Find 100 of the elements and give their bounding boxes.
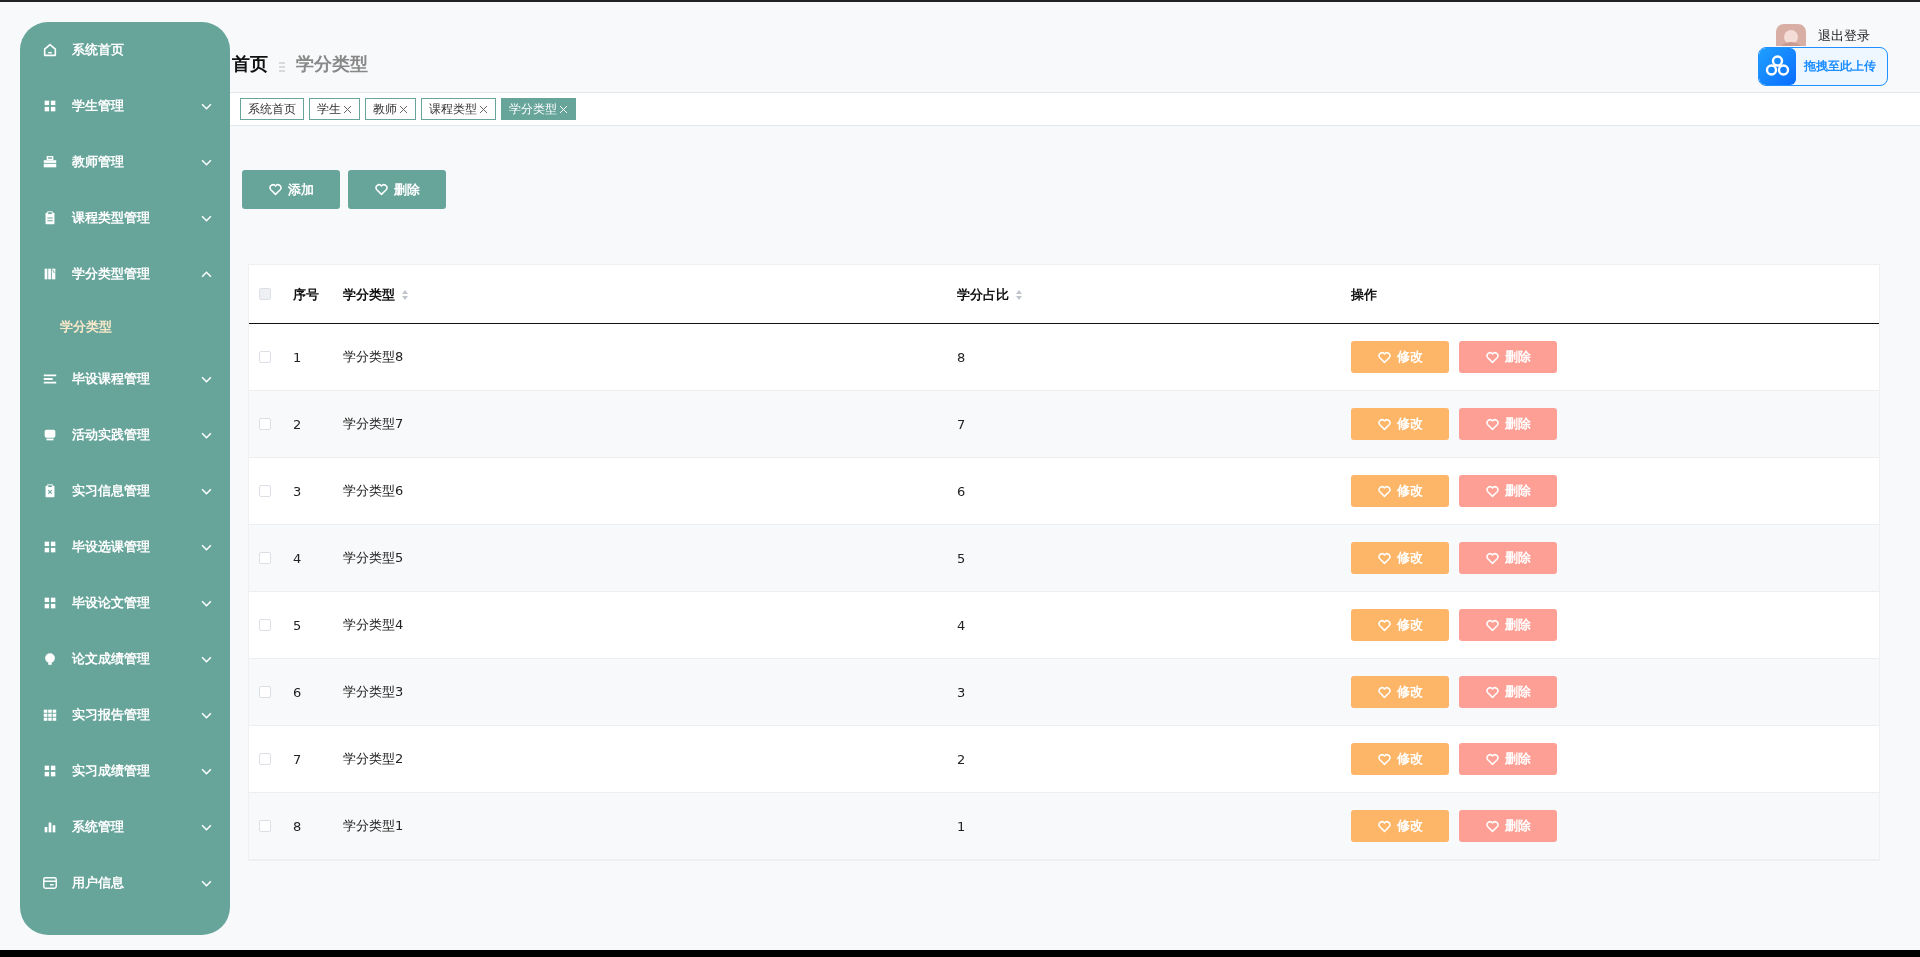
separator-icon	[278, 61, 286, 73]
breadcrumb-item: 学分类型	[296, 52, 368, 76]
upload-widget[interactable]: 拖拽至此上传	[1758, 47, 1888, 86]
sort-icon[interactable]	[401, 289, 409, 301]
heart-icon	[1377, 752, 1391, 766]
checkbox[interactable]	[259, 820, 271, 832]
menu-item[interactable]: 毕设课程管理	[20, 351, 230, 407]
delete-button[interactable]: 删除	[1459, 542, 1557, 574]
close-icon[interactable]	[479, 104, 488, 114]
heart-icon	[1377, 618, 1391, 632]
table-cell-text: 学分类型5	[343, 549, 405, 567]
table-cell-text: 学分类型3	[343, 683, 405, 701]
table-cell-text: 6	[293, 684, 303, 700]
tab[interactable]: 课程类型	[421, 98, 496, 120]
close-icon[interactable]	[343, 104, 352, 114]
menu-item[interactable]: 论文成绩管理	[20, 631, 230, 687]
briefcase-icon	[42, 154, 58, 170]
sort-icon[interactable]	[1015, 289, 1023, 301]
close-icon[interactable]	[399, 104, 408, 114]
toolbar-button[interactable]: 添加	[242, 170, 340, 209]
table-cell-text: 学分类型1	[343, 817, 405, 835]
heart-icon	[1485, 752, 1499, 766]
checkbox[interactable]	[259, 351, 271, 363]
menu-item[interactable]: 毕设论文管理	[20, 575, 230, 631]
grid-icon	[42, 539, 58, 555]
tab[interactable]: 学生	[309, 98, 360, 120]
delete-button[interactable]: 删除	[1459, 743, 1557, 775]
edit-button[interactable]: 修改	[1351, 408, 1449, 440]
heart-icon	[1485, 618, 1499, 632]
logout-link[interactable]: 退出登录	[1818, 28, 1870, 44]
tab[interactable]: 教师	[365, 98, 416, 120]
grid-icon	[42, 595, 58, 611]
table-cell-text: 8	[957, 349, 967, 365]
column-header[interactable]: 学分类型	[343, 286, 409, 304]
monitor-icon	[42, 427, 58, 443]
delete-button[interactable]: 删除	[1459, 609, 1557, 641]
edit-button[interactable]: 修改	[1351, 676, 1449, 708]
grid-icon	[42, 763, 58, 779]
toolbar-button[interactable]: 删除	[348, 170, 446, 209]
heart-icon	[1485, 819, 1499, 833]
table-cell-text: 学分类型4	[343, 616, 405, 634]
delete-button[interactable]: 删除	[1459, 676, 1557, 708]
menu-item[interactable]: 学分类型管理	[20, 246, 230, 302]
heart-icon	[1377, 417, 1391, 431]
breadcrumb-item[interactable]: 首页	[232, 52, 268, 76]
menu-item[interactable]: 教师管理	[20, 134, 230, 190]
submenu-item[interactable]: 学分类型	[20, 302, 230, 351]
menu-item[interactable]: 实习信息管理	[20, 463, 230, 519]
menu-item[interactable]: 系统首页	[20, 22, 230, 78]
heart-icon	[1485, 484, 1499, 498]
edit-button[interactable]: 修改	[1351, 542, 1449, 574]
table-cell-text: 7	[293, 751, 303, 767]
edit-button[interactable]: 修改	[1351, 743, 1449, 775]
edit-button[interactable]: 修改	[1351, 810, 1449, 842]
heart-icon	[1485, 551, 1499, 565]
checkbox[interactable]	[259, 552, 271, 564]
checkbox[interactable]	[259, 753, 271, 765]
delete-button[interactable]: 删除	[1459, 341, 1557, 373]
home-icon	[42, 42, 58, 58]
edit-button[interactable]: 修改	[1351, 475, 1449, 507]
table-cell-text: 7	[957, 416, 967, 432]
menu-item[interactable]: 实习成绩管理	[20, 743, 230, 799]
checkbox[interactable]	[259, 288, 271, 300]
table-cell-text: 1	[957, 818, 967, 834]
table-cell-text: 1	[293, 349, 303, 365]
table-cell-text: 学分类型2	[343, 750, 405, 768]
heart-icon	[268, 183, 282, 196]
menu-item[interactable]: 课程类型管理	[20, 190, 230, 246]
tab[interactable]: 学分类型	[501, 98, 576, 120]
column-header[interactable]: 学分占比	[957, 286, 1023, 304]
checkbox[interactable]	[259, 485, 271, 497]
delete-button[interactable]: 删除	[1459, 475, 1557, 507]
menu-item[interactable]: 实习报告管理	[20, 687, 230, 743]
table-cell-text: 2	[957, 751, 967, 767]
heart-icon	[1377, 551, 1391, 565]
tab[interactable]: 系统首页	[240, 98, 304, 120]
table-cell-text: 5	[957, 550, 967, 566]
delete-button[interactable]: 删除	[1459, 810, 1557, 842]
table-cell-text: 8	[293, 818, 303, 834]
wallet-icon	[42, 875, 58, 891]
edit-button[interactable]: 修改	[1351, 609, 1449, 641]
heart-icon	[1485, 685, 1499, 699]
menu-item[interactable]: 毕设选课管理	[20, 519, 230, 575]
checkbox[interactable]	[259, 619, 271, 631]
column-header: 序号	[293, 286, 319, 304]
heart-icon	[1485, 350, 1499, 364]
checkbox[interactable]	[259, 418, 271, 430]
table-cell-text: 6	[957, 483, 967, 499]
checkbox[interactable]	[259, 686, 271, 698]
edit-button[interactable]: 修改	[1351, 341, 1449, 373]
table-cell-text: 5	[293, 617, 303, 633]
delete-button[interactable]: 删除	[1459, 408, 1557, 440]
menu-item[interactable]: 用户信息	[20, 855, 230, 911]
table-cell-text: 学分类型7	[343, 415, 405, 433]
table-icon	[42, 707, 58, 723]
menu-item[interactable]: 系统管理	[20, 799, 230, 855]
menu-item[interactable]: 学生管理	[20, 78, 230, 134]
table-cell-text: 4	[293, 550, 303, 566]
menu-item[interactable]: 活动实践管理	[20, 407, 230, 463]
heart-icon	[1377, 819, 1391, 833]
